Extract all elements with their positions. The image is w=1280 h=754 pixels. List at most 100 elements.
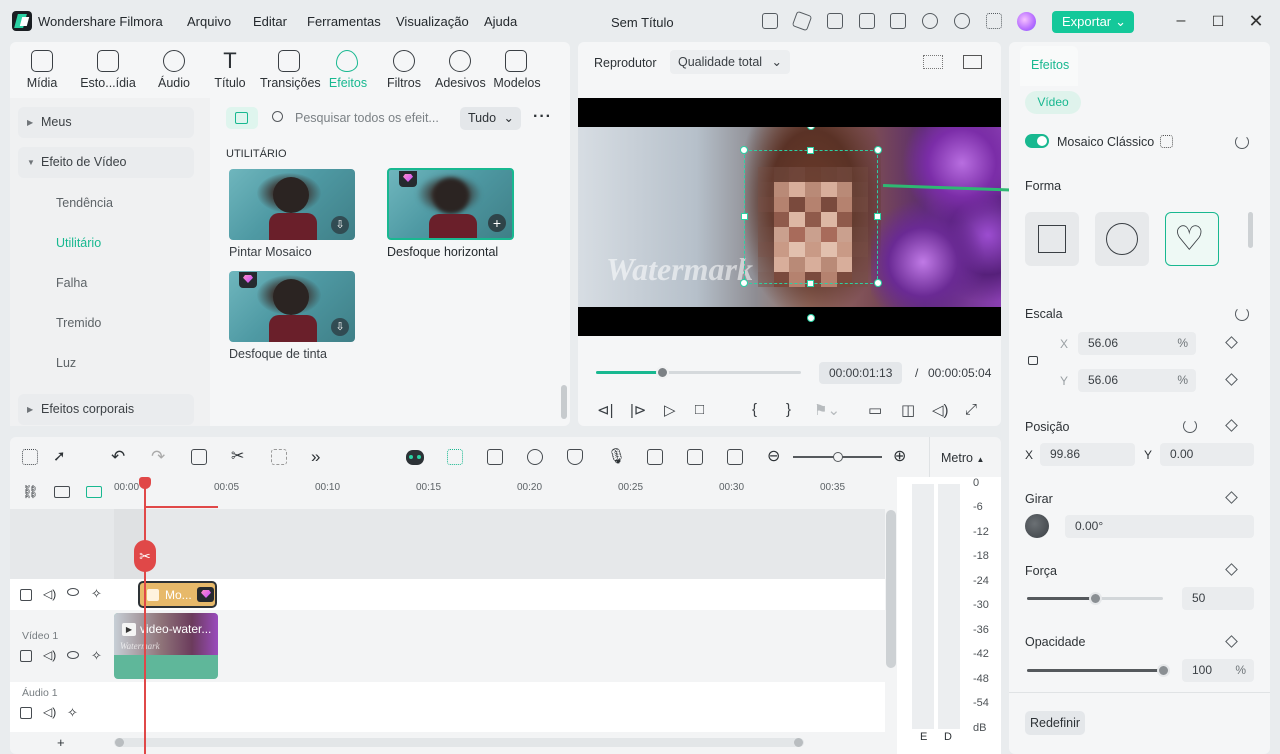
layout-switch-icon[interactable] — [22, 449, 38, 465]
effect-thumb-desfoque-horizontal[interactable]: + — [387, 168, 514, 240]
stop-icon[interactable]: □ — [695, 401, 704, 418]
send-icon[interactable] — [791, 10, 813, 32]
playhead-head[interactable] — [139, 477, 151, 489]
sidebar-sub-falha[interactable]: Falha — [56, 276, 87, 290]
video-clip[interactable]: ▶ video-water... Watermark — [114, 613, 218, 679]
download-icon[interactable]: ⇩ — [331, 318, 349, 336]
magic-icon[interactable]: ✧ — [67, 705, 78, 721]
microphone-icon[interactable]: 🎙 — [607, 449, 626, 465]
zoom-slider[interactable] — [793, 452, 882, 462]
close-icon[interactable]: ✕ — [1247, 12, 1265, 30]
resize-handle-b[interactable] — [807, 280, 814, 287]
tab-efeitos[interactable]: Efeitos — [328, 76, 368, 90]
headset-icon[interactable] — [954, 13, 970, 29]
add-track-button[interactable]: + — [57, 735, 65, 750]
magic-icon[interactable]: ✧ — [91, 586, 102, 602]
more-options-icon[interactable]: ··· — [533, 108, 552, 126]
sidebar-sub-tendencia[interactable]: Tendência — [56, 196, 113, 210]
filters-icon[interactable] — [393, 50, 415, 72]
speaker-icon[interactable]: ◁) — [43, 705, 56, 719]
undo-icon[interactable]: ↶ — [111, 448, 127, 465]
playhead-split-scissors-icon[interactable]: ✂ — [134, 540, 156, 572]
tab-stock-media[interactable]: Esto...ídia — [80, 76, 136, 90]
effect-thumb-desfoque-tinta[interactable]: ⇩ — [229, 271, 355, 342]
resize-handle-l[interactable] — [741, 213, 748, 220]
export-button[interactable]: Exportar ⌄ — [1052, 11, 1134, 33]
delete-icon[interactable] — [191, 449, 207, 465]
anchor-handle[interactable] — [807, 314, 815, 322]
stickers-icon[interactable] — [449, 50, 471, 72]
pos-x-input[interactable]: 99.86 — [1040, 443, 1135, 466]
more-tools-icon[interactable]: » — [311, 448, 327, 465]
strength-input[interactable]: 50 — [1182, 587, 1254, 610]
shape-heart-button[interactable]: ♡ — [1165, 212, 1219, 266]
select-arrow-icon[interactable]: ➚ — [53, 449, 69, 465]
sidebar-sub-luz[interactable]: Luz — [56, 356, 76, 370]
link-icon[interactable]: ⛓ — [22, 485, 39, 499]
tab-adesivos[interactable]: Adesivos — [435, 76, 486, 90]
resize-handle-tr[interactable] — [874, 146, 882, 154]
mark-out-icon[interactable]: } — [786, 401, 791, 418]
progress-knob[interactable] — [655, 366, 669, 379]
save-icon[interactable] — [890, 13, 906, 29]
reset-icon[interactable] — [1235, 135, 1249, 149]
store-button[interactable] — [226, 107, 258, 129]
redo-icon[interactable]: ↷ — [151, 448, 167, 465]
image-icon[interactable] — [963, 55, 982, 69]
stock-media-icon[interactable] — [97, 50, 119, 72]
transitions-icon[interactable] — [278, 50, 300, 72]
horizontal-scrollbar[interactable] — [114, 738, 804, 747]
effect-clip[interactable]: Mo... — [138, 581, 217, 608]
meter-toggle[interactable]: Metro ▲ — [941, 451, 984, 465]
opacity-slider[interactable] — [1027, 664, 1170, 677]
add-track-icon[interactable] — [54, 486, 70, 498]
auto-reframe-icon[interactable] — [687, 449, 703, 465]
ai-robot-icon[interactable] — [406, 450, 424, 465]
volume-icon[interactable]: ◁) — [932, 401, 949, 419]
resize-handle-t[interactable] — [807, 147, 814, 154]
strength-slider[interactable] — [1027, 592, 1163, 605]
vertical-scrollbar[interactable] — [886, 510, 896, 668]
mark-in-icon[interactable]: { — [752, 401, 757, 418]
audio-mix-icon[interactable] — [647, 449, 663, 465]
resize-handle-br[interactable] — [874, 279, 882, 287]
subtab-video[interactable]: Vídeo — [1025, 91, 1081, 114]
notes-icon[interactable] — [827, 13, 843, 29]
effect-thumb-pintar-mosaico[interactable]: ⇩ — [229, 169, 355, 240]
scroll-handle-left[interactable] — [115, 738, 124, 747]
monitor-icon[interactable]: ▭ — [868, 401, 882, 419]
pos-y-input[interactable]: 0.00 — [1160, 443, 1254, 466]
play-icon[interactable]: ▷ — [664, 401, 676, 419]
scale-x-input[interactable]: 56.06% — [1078, 332, 1196, 355]
eye-icon[interactable] — [67, 651, 79, 659]
rotate-dial[interactable] — [1025, 514, 1049, 538]
shield-icon[interactable] — [567, 449, 583, 465]
tab-modelos[interactable]: Modelos — [492, 76, 542, 90]
templates-icon[interactable] — [505, 50, 527, 72]
speaker-icon[interactable]: ◁) — [43, 587, 56, 601]
sidebar-item-efeitos-corporais[interactable]: ▶ Efeitos corporais — [18, 394, 194, 425]
scissors-icon[interactable]: ✂ — [231, 449, 247, 465]
menu-editar[interactable]: Editar — [253, 14, 287, 29]
avatar[interactable] — [1017, 12, 1036, 31]
lock-track-icon[interactable] — [20, 707, 32, 719]
resize-handle-tl[interactable] — [740, 146, 748, 154]
fit-icon[interactable] — [727, 449, 743, 465]
grid-view-icon[interactable] — [923, 55, 943, 69]
scale-reset-icon[interactable] — [1235, 307, 1249, 321]
tab-efeitos-right[interactable]: Efeitos — [1031, 58, 1069, 72]
cloud-icon[interactable] — [922, 13, 938, 29]
resize-handle-bl[interactable] — [740, 279, 748, 287]
minimize-icon[interactable]: – — [1172, 12, 1190, 30]
sidebar-sub-tremido[interactable]: Tremido — [56, 316, 101, 330]
filter-select[interactable]: Tudo ⌄ — [460, 107, 521, 130]
effect-toggle[interactable] — [1025, 134, 1049, 148]
resize-handle-r[interactable] — [874, 213, 881, 220]
add-icon[interactable]: + — [488, 214, 506, 232]
apps-grid-icon[interactable] — [986, 13, 1002, 29]
gift-icon[interactable] — [762, 13, 778, 29]
media-icon[interactable] — [31, 50, 53, 72]
reset-button[interactable]: Redefinir — [1025, 711, 1085, 735]
maximize-icon[interactable]: ☐ — [1209, 12, 1227, 30]
sidebar-item-efeito-video[interactable]: ▼ Efeito de Vídeo — [18, 147, 194, 178]
